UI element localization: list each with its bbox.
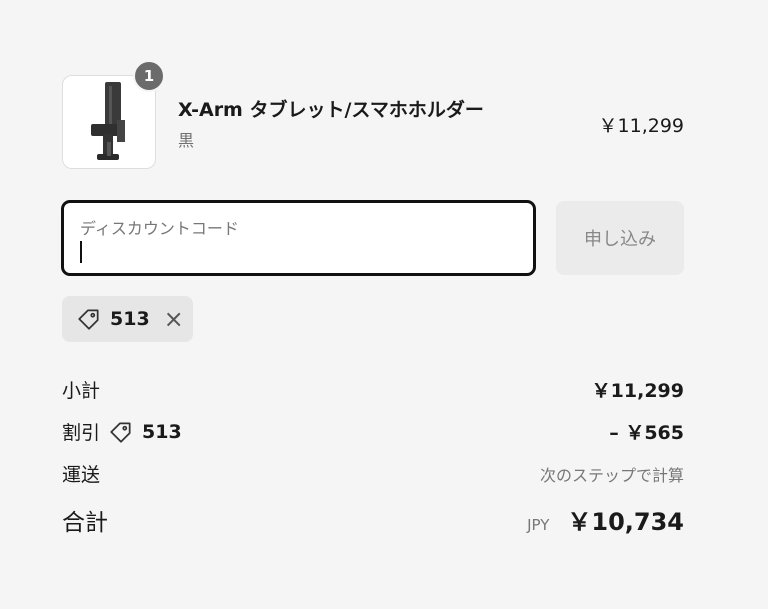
subtotal-row: 小計 ￥11,299 [62,376,684,403]
total-amount-group: JPY ￥10,734 [527,502,684,537]
applied-discount-chip: 513 × [62,296,193,342]
discount-code-label: ディスカウントコード [80,219,239,238]
total-label: 合計 [62,509,108,536]
subtotal-value: ￥11,299 [591,380,684,402]
shipping-value: 次のステップで計算 [539,465,684,485]
applied-discount-code: 513 [110,308,150,330]
shipping-label: 運送 [62,464,101,486]
tag-icon [108,419,134,445]
tag-icon [76,306,102,332]
discount-code-input[interactable]: ディスカウントコード [61,200,536,276]
currency-code: JPY [527,516,550,534]
remove-discount-icon[interactable]: × [164,307,184,331]
discount-code: 513 [142,420,182,443]
subtotal-label: 小計 [62,380,101,402]
total-value: ￥10,734 [567,508,684,536]
shipping-row: 運送 次のステップで計算 [62,460,684,487]
product-price: ￥11,299 [598,115,684,137]
discount-row: 割引 513 – ￥565 [62,418,684,445]
quantity-badge: 1 [133,60,165,92]
text-caret [80,241,82,263]
apply-discount-button[interactable]: 申し込み [556,201,684,275]
discount-value: – ￥565 [609,422,684,444]
product-title: X-Arm タブレット/スマホホルダー [178,99,484,121]
discount-label: 割引 [62,422,101,444]
product-variant: 黒 [178,131,195,150]
total-row: 合計 JPY ￥10,734 [62,502,684,537]
discount-label-group: 割引 513 [62,418,182,445]
